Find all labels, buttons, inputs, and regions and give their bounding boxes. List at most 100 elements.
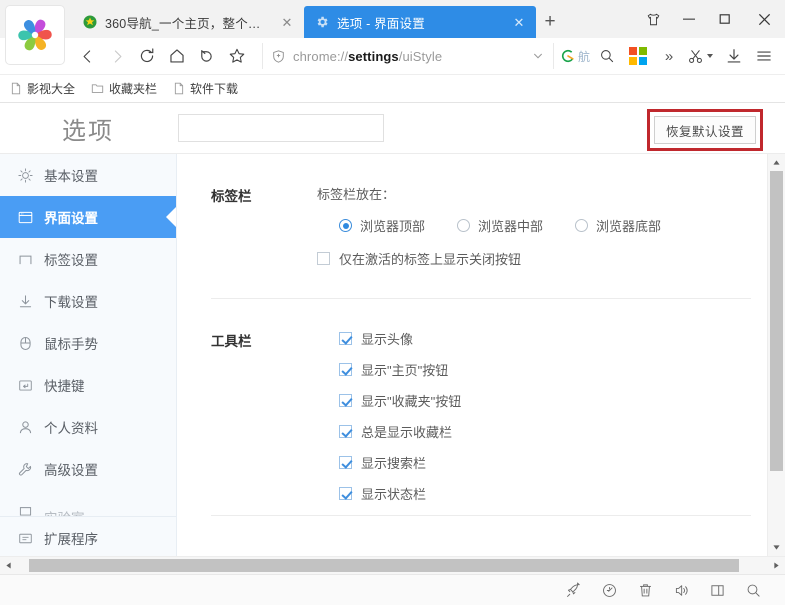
vertical-scroll-thumb[interactable] [770,171,783,471]
vertical-scrollbar[interactable] [767,154,785,556]
checkbox-show-home-button[interactable]: 显示"主页"按钮 [339,360,751,379]
page-title: 选项 [62,117,114,145]
scroll-right-arrow[interactable] [768,557,785,574]
sidebar-item-download[interactable]: 下载设置 [0,280,176,322]
reload-icon[interactable] [132,41,162,71]
sidebar-item-lab[interactable]: 实验室 [0,490,176,516]
sidebar-item-ui[interactable]: 界面设置 [0,196,176,238]
bookmark-item[interactable]: 影视大全 [10,80,75,97]
section-tabbar: 标签栏 标签栏放在： 浏览器顶部 浏览器中部 浏览器底部 仅在激活的标签上显示关… [211,154,751,299]
sidebar-item-basic[interactable]: 基本设置 [0,154,176,196]
tab-options[interactable]: 选项 - 界面设置 ✕ [304,6,536,38]
window-split-icon[interactable] [699,575,735,605]
scroll-up-arrow[interactable] [768,154,785,171]
checkbox-input[interactable] [339,394,352,407]
horizontal-scroll-thumb[interactable] [29,559,739,572]
mouse-icon [16,334,34,352]
chevron-down-icon[interactable] [527,50,549,62]
horizontal-scroll-track[interactable] [17,557,768,574]
rocket-icon[interactable] [555,575,591,605]
radio-label: 浏览器顶部 [360,219,426,234]
checkbox-label: 仅在激活的标签上显示关闭按钮 [339,252,522,267]
download-icon[interactable] [719,41,749,71]
horizontal-scrollbar[interactable] [0,556,785,574]
skin-icon[interactable] [635,0,671,38]
keyboard-key-icon [16,376,34,394]
scroll-left-arrow[interactable] [0,557,17,574]
sidebar-item-tab[interactable]: 标签设置 [0,238,176,280]
bookmark-item[interactable]: 软件下载 [173,80,238,97]
bookmark-item[interactable]: 收藏夹栏 [91,80,157,97]
menu-icon[interactable] [749,41,779,71]
radio-input[interactable] [457,219,471,232]
address-bar[interactable]: chrome://settings/uiStyle [262,43,554,69]
checkbox-input[interactable] [339,425,352,438]
section-body: 标签栏放在： 浏览器顶部 浏览器中部 浏览器底部 仅在激活的标签上显示关闭按钮 [317,184,751,268]
section-sublabel: 标签栏放在： [317,187,396,202]
checkbox-label: 显示头像 [361,332,414,347]
wrench-icon [16,460,34,478]
checkbox-close-on-active-tab[interactable]: 仅在激活的标签上显示关闭按钮 [317,249,751,268]
sidebar-item-profile[interactable]: 个人资料 [0,406,176,448]
new-tab-button[interactable]: + [536,6,564,38]
search-engine-selector[interactable]: 航 [560,48,590,65]
checkbox-input[interactable] [317,252,330,265]
home-icon[interactable] [162,41,192,71]
favorite-star-icon[interactable] [222,41,252,71]
checkbox-input[interactable] [339,456,352,469]
scissors-icon[interactable] [684,41,706,71]
download-icon [16,292,34,310]
close-button[interactable] [743,0,785,38]
gear-favicon [314,14,330,30]
vertical-scroll-track[interactable] [768,171,785,539]
scissors-dropdown-caret[interactable] [707,54,713,58]
checkbox-label: 显示搜索栏 [361,456,427,471]
apps-grid-icon[interactable] [629,47,647,65]
restore-icon[interactable] [192,41,222,71]
checkbox-label: 显示状态栏 [361,487,427,502]
checkbox-input[interactable] [339,332,352,345]
checkbox-input[interactable] [339,487,352,500]
radio-input[interactable] [339,219,352,232]
sidebar-item-extensions[interactable]: 扩展程序 [0,517,176,556]
settings-search-input[interactable] [178,114,384,142]
tab-title: 360导航_一个主页，整个世界 [105,16,272,31]
back-icon[interactable] [72,41,102,71]
window-controls [635,0,785,38]
radio-input[interactable] [575,219,589,232]
sidebar-item-label: 快捷键 [44,379,85,394]
tabbar-position-radio-group: 浏览器顶部 浏览器中部 浏览器底部 [339,216,751,235]
sidebar-item-label: 基本设置 [44,169,98,184]
tab-close-icon[interactable]: ✕ [510,13,528,31]
sidebar-item-advanced[interactable]: 高级设置 [0,448,176,490]
settings-page: 选项 恢复默认设置 基本设置 界面设置 标签设置 下载设置 鼠标手势 快捷键 个… [0,103,785,574]
tab-360-nav[interactable]: 360导航_一个主页，整个世界 ✕ [72,6,304,38]
radio-option-bottom[interactable]: 浏览器底部 [575,216,661,235]
settings-content: 标签栏 标签栏放在： 浏览器顶部 浏览器中部 浏览器底部 仅在激活的标签上显示关… [177,154,785,556]
sidebar-item-label: 个人资料 [44,421,98,436]
checkbox-show-search-bar[interactable]: 显示搜索栏 [339,453,751,472]
tab-close-icon[interactable]: ✕ [278,13,296,31]
reset-defaults-button[interactable]: 恢复默认设置 [654,116,756,144]
radio-label: 浏览器底部 [596,219,662,234]
checkbox-show-favorites-button[interactable]: 显示"收藏夹"按钮 [339,391,751,410]
checkbox-show-status-bar[interactable]: 显示状态栏 [339,484,751,503]
checkbox-input[interactable] [339,363,352,376]
checkbox-always-show-bookmarks-bar[interactable]: 总是显示收藏栏 [339,422,751,441]
overflow-icon[interactable]: » [654,41,684,71]
trash-icon[interactable] [627,575,663,605]
volume-icon[interactable] [663,575,699,605]
sidebar-item-label: 扩展程序 [44,532,98,547]
sidebar-item-shortcut[interactable]: 快捷键 [0,364,176,406]
sidebar-item-mouse-gesture[interactable]: 鼠标手势 [0,322,176,364]
radio-label: 浏览器中部 [478,219,544,234]
maximize-button[interactable] [707,0,743,38]
scroll-down-arrow[interactable] [768,539,785,556]
search-icon[interactable] [592,41,622,71]
minimize-button[interactable] [671,0,707,38]
radio-option-top[interactable]: 浏览器顶部 [339,216,425,235]
radio-option-middle[interactable]: 浏览器中部 [457,216,543,235]
speedometer-icon[interactable] [591,575,627,605]
search-icon[interactable] [735,575,771,605]
checkbox-show-avatar[interactable]: 显示头像 [339,329,751,348]
